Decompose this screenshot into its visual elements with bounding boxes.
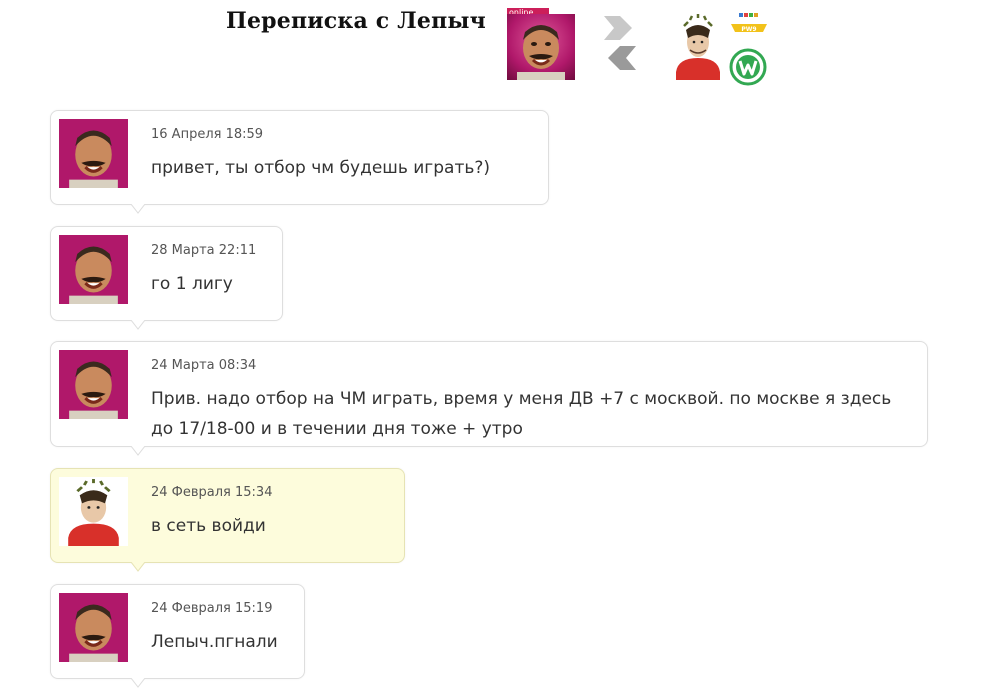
contact-avatar[interactable] (507, 14, 575, 80)
message-text: Прив. надо отбор на ЧМ играть, время у м… (151, 389, 892, 439)
team-badge-text: PW9 (741, 26, 756, 33)
message-card-own: 24 Февраля 15:34 в сеть войди (50, 468, 405, 572)
message-card: 24 Февраля 15:19 Лепыч.пгнали (50, 584, 305, 688)
message-date: 24 Марта 08:34 (151, 358, 257, 373)
message-date: 16 Апреля 18:59 (151, 127, 264, 142)
my-avatar[interactable] (668, 12, 728, 80)
message-text: го 1 лигу (151, 274, 233, 294)
sender-avatar[interactable] (59, 593, 128, 662)
sender-avatar[interactable] (59, 119, 128, 188)
message-text: привет, ты отбор чм будешь играть?) (151, 158, 491, 178)
bubble-tail (131, 320, 145, 330)
message-card: 24 Марта 08:34 Прив. надо отбор на ЧМ иг… (50, 341, 928, 456)
sender-avatar[interactable] (59, 477, 128, 546)
message-date: 28 Марта 22:11 (151, 243, 257, 258)
swap-arrows-icon (600, 12, 640, 76)
message-card: 28 Марта 22:11 го 1 лигу (50, 226, 283, 330)
message-card: 16 Апреля 18:59 привет, ты отбор чм буде… (50, 110, 549, 214)
page-title: Переписка с Лепыч (226, 8, 486, 34)
bubble-tail (131, 204, 145, 214)
sender-avatar[interactable] (59, 350, 128, 419)
sender-avatar[interactable] (59, 235, 128, 304)
club-logo-icon (729, 48, 767, 86)
message-text: в сеть войди (151, 516, 266, 536)
bubble-tail (131, 446, 145, 456)
message-date: 24 Февраля 15:34 (151, 485, 273, 500)
bubble-tail (131, 562, 145, 572)
message-date: 24 Февраля 15:19 (151, 601, 273, 616)
message-text: Лепыч.пгнали (151, 632, 278, 652)
team-badge-icon: PW9 (729, 12, 769, 34)
bubble-tail (131, 678, 145, 688)
